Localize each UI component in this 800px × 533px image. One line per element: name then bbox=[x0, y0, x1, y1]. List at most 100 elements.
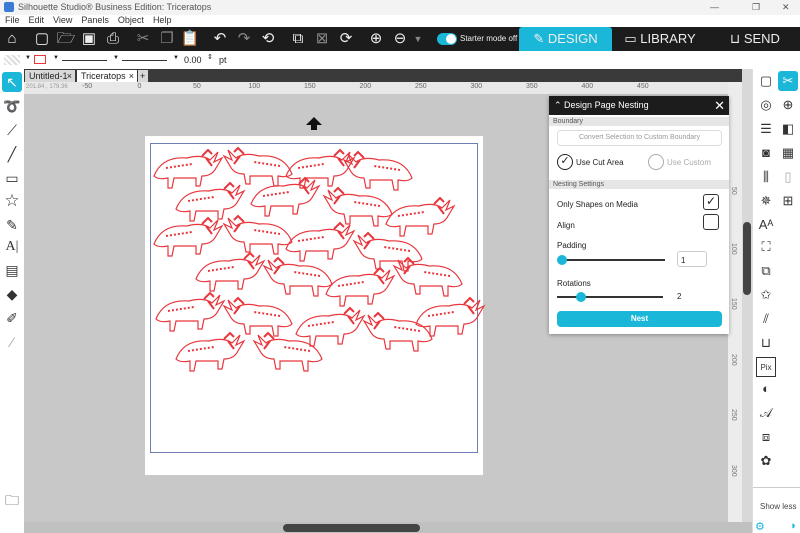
triceratops-shape[interactable] bbox=[153, 216, 224, 257]
doc-tab-triceratops[interactable]: Triceratops × bbox=[77, 70, 137, 82]
menu-file[interactable]: File bbox=[5, 15, 20, 27]
notes-tool-icon[interactable]: ▤ bbox=[2, 260, 22, 280]
padding-slider[interactable] bbox=[557, 255, 665, 265]
line-color-swatch[interactable] bbox=[34, 55, 46, 64]
pixscan-icon[interactable]: Pix bbox=[756, 357, 776, 377]
show-less-button[interactable]: Show less bbox=[760, 502, 796, 511]
line-color-dropdown-icon[interactable]: ▼ bbox=[53, 55, 59, 61]
hatch-icon[interactable]: ⫽ bbox=[756, 309, 776, 329]
grid-icon[interactable]: ▦ bbox=[778, 143, 798, 163]
fill-swatch[interactable] bbox=[4, 55, 20, 65]
cut-icon[interactable]: ✂ bbox=[133, 29, 153, 49]
only-shapes-checkbox[interactable]: ✓ bbox=[703, 194, 719, 210]
triceratops-shape[interactable] bbox=[252, 331, 323, 372]
triceratops-shape[interactable] bbox=[362, 311, 433, 352]
zoom-in-icon[interactable]: ⊕ bbox=[366, 29, 386, 49]
page-arrow-icon[interactable] bbox=[306, 117, 322, 130]
nesting-icon[interactable]: ✂ bbox=[778, 71, 798, 91]
line-tool-icon[interactable]: ╱ bbox=[2, 144, 22, 164]
panel-close-icon[interactable]: ✕ bbox=[714, 96, 725, 115]
nest-button[interactable]: Nest bbox=[557, 311, 722, 327]
collapse-icon[interactable]: ⌃ bbox=[554, 100, 564, 110]
lasso-tool-icon[interactable]: ➰ bbox=[2, 96, 22, 116]
triceratops-shape[interactable] bbox=[222, 296, 293, 337]
fill-icon[interactable]: ◎ bbox=[756, 95, 776, 115]
puzzle-icon[interactable]: ✿ bbox=[756, 451, 776, 471]
redo-icon[interactable]: ↷ bbox=[234, 29, 254, 49]
horizontal-scroll-thumb[interactable] bbox=[283, 524, 420, 532]
zoom-out-icon[interactable]: ⊖ bbox=[390, 29, 410, 49]
menu-panels[interactable]: Panels bbox=[81, 15, 109, 27]
triceratops-shape[interactable] bbox=[295, 306, 366, 347]
settings-icon[interactable]: ⚙ bbox=[755, 520, 765, 533]
rectangle-tool-icon[interactable]: ▭ bbox=[2, 168, 22, 188]
menu-help[interactable]: Help bbox=[153, 15, 172, 27]
align-checkbox[interactable] bbox=[703, 214, 719, 230]
transform-icon[interactable]: ⛶ bbox=[756, 237, 776, 257]
triceratops-shape[interactable] bbox=[153, 148, 224, 189]
line-width-stepper[interactable]: ⇕ bbox=[207, 53, 213, 61]
sketch-icon[interactable]: ◙ bbox=[756, 143, 776, 163]
doc-tab-untitled[interactable]: Untitled-1 × bbox=[25, 70, 75, 82]
triceratops-shape[interactable] bbox=[262, 256, 333, 297]
starter-mode-toggle[interactable] bbox=[437, 33, 457, 45]
ungroup-icon[interactable]: ⊠ bbox=[312, 29, 332, 49]
triceratops-shape[interactable] bbox=[155, 291, 226, 332]
triceratops-shape[interactable] bbox=[175, 181, 246, 222]
close-tab-icon[interactable]: × bbox=[67, 70, 72, 82]
zoom-dropdown-icon[interactable]: ▼ bbox=[408, 29, 428, 49]
triceratops-shape[interactable] bbox=[175, 331, 246, 372]
triceratops-shape[interactable] bbox=[392, 256, 463, 297]
rotations-slider-thumb[interactable] bbox=[576, 292, 587, 302]
triceratops-shape[interactable] bbox=[322, 186, 393, 227]
group-icon[interactable]: ⧉ bbox=[288, 29, 308, 49]
triceratops-shape[interactable] bbox=[222, 146, 293, 187]
replicate-panel-icon[interactable]: ⊞ bbox=[778, 191, 798, 211]
pattern-icon[interactable]: ⊕ bbox=[778, 95, 798, 115]
use-custom-radio[interactable] bbox=[648, 154, 664, 170]
padding-slider-thumb[interactable] bbox=[557, 255, 567, 265]
rotations-slider[interactable] bbox=[557, 292, 663, 302]
text-style-icon[interactable]: ▯ bbox=[778, 167, 798, 187]
select-tool-icon[interactable]: ↖ bbox=[2, 72, 22, 92]
open-folder-icon[interactable]: 🗁 bbox=[56, 29, 76, 49]
polygon-tool-icon[interactable]: ☆ bbox=[2, 191, 22, 211]
theme-icon[interactable]: ◑ bbox=[789, 520, 796, 532]
triceratops-shape[interactable] bbox=[285, 221, 356, 262]
triceratops-shape[interactable] bbox=[222, 214, 293, 255]
contrast-icon[interactable]: ◐ bbox=[756, 379, 776, 399]
signature-icon[interactable]: 𝒜 bbox=[756, 403, 776, 423]
menu-edit[interactable]: Edit bbox=[29, 15, 45, 27]
knife-tool-icon[interactable]: ✐ bbox=[2, 308, 22, 328]
align-icon[interactable]: ⫼ bbox=[756, 167, 776, 187]
use-cut-area-radio[interactable]: ✓ bbox=[557, 154, 573, 170]
triceratops-shape[interactable] bbox=[195, 251, 266, 292]
modify-icon[interactable]: ⧉ bbox=[756, 261, 776, 281]
fill-dropdown-icon[interactable]: ▼ bbox=[25, 55, 31, 61]
print-icon[interactable]: ⎙ bbox=[103, 29, 123, 49]
pencil-tool-icon[interactable]: ✎ bbox=[2, 215, 22, 235]
tab-design[interactable]: ✎ DESIGN bbox=[519, 27, 612, 51]
vertical-scrollbar[interactable] bbox=[742, 69, 752, 522]
trace-icon[interactable]: ✵ bbox=[756, 191, 776, 211]
line-end-dropdown-icon[interactable]: ▼ bbox=[173, 55, 179, 61]
text-panel-icon[interactable]: Aᴬ bbox=[756, 215, 776, 235]
new-document-icon[interactable]: ▢ bbox=[32, 29, 52, 49]
horizontal-scrollbar[interactable] bbox=[24, 522, 752, 533]
tab-library[interactable]: ▭ LIBRARY bbox=[620, 27, 700, 51]
paste-icon[interactable]: 📋 bbox=[180, 29, 200, 49]
menu-view[interactable]: View bbox=[53, 15, 72, 27]
eraser-tool-icon[interactable]: ◆ bbox=[2, 284, 22, 304]
copy-icon[interactable]: ❐ bbox=[157, 29, 177, 49]
line-style-icon[interactable]: ☰ bbox=[756, 119, 776, 139]
minimize-button[interactable]: — bbox=[710, 2, 719, 12]
weld-icon[interactable]: ⊔ bbox=[756, 333, 776, 353]
undo-icon[interactable]: ↶ bbox=[210, 29, 230, 49]
home-icon[interactable]: ⌂ bbox=[2, 29, 22, 49]
page-setup-icon[interactable]: ▢ bbox=[756, 71, 776, 91]
maximize-button[interactable]: ❐ bbox=[752, 2, 760, 13]
vertical-scroll-thumb[interactable] bbox=[743, 222, 751, 295]
point-edit-tool-icon[interactable]: ⟋ bbox=[2, 120, 22, 140]
save-icon[interactable]: ▣ bbox=[79, 29, 99, 49]
offset-icon[interactable]: ✩ bbox=[756, 285, 776, 305]
